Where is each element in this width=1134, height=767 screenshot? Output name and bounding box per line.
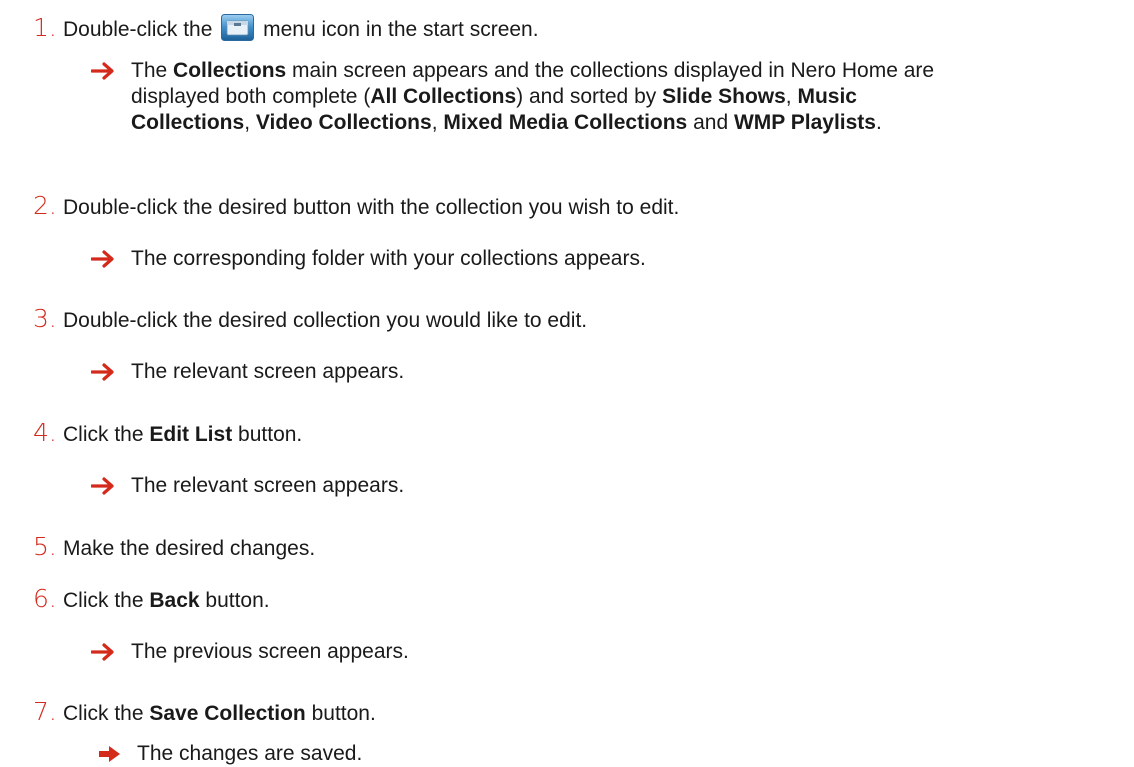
- step-text: Click the Back button.: [63, 589, 270, 612]
- step-text: Double-click the desired collection you …: [63, 309, 588, 332]
- step-7: 7. Click the Save Collection button.: [33, 699, 376, 727]
- step-number: 3.: [33, 304, 57, 333]
- result-text: The changes are saved.: [137, 742, 363, 765]
- step-text: Make the desired changes.: [63, 537, 316, 560]
- step-number: 6.: [33, 584, 57, 613]
- step-number: 2.: [33, 191, 57, 220]
- step-5: 5. Make the desired changes.: [33, 534, 315, 562]
- result-text: The relevant screen appears.: [131, 474, 405, 497]
- step-number: 5.: [33, 532, 57, 561]
- step-text: Click the Edit List button.: [63, 423, 303, 446]
- step-6: 6. Click the Back button.: [33, 586, 270, 614]
- collections-menu-icon: [221, 14, 255, 41]
- arrow-right-icon: [97, 741, 125, 767]
- result-text: The relevant screen appears.: [131, 360, 405, 383]
- result-text: The previous screen appears.: [131, 640, 409, 663]
- step-3-result: The relevant screen appears.: [91, 359, 404, 385]
- arrow-right-icon: [91, 639, 119, 665]
- step-text: Click the Save Collection button.: [63, 702, 376, 725]
- step-6-result: The previous screen appears.: [91, 639, 409, 665]
- arrow-right-icon: [91, 359, 119, 385]
- arrow-right-icon: [91, 58, 119, 84]
- step-text: Double-click the menu icon in the start …: [63, 14, 539, 43]
- step-4-result: The relevant screen appears.: [91, 473, 404, 499]
- step-1-result: The Collections main screen appears and …: [91, 58, 934, 136]
- result-text: The corresponding folder with your colle…: [131, 247, 646, 270]
- step-7-result: The changes are saved.: [97, 741, 362, 767]
- result-text: The Collections main screen appears and …: [131, 59, 935, 134]
- step-2-result: The corresponding folder with your colle…: [91, 246, 646, 272]
- arrow-right-icon: [91, 473, 119, 499]
- step-number: 7.: [33, 697, 57, 726]
- step-number: 1.: [33, 13, 57, 42]
- step-2: 2. Double-click the desired button with …: [33, 193, 679, 221]
- arrow-right-icon: [91, 246, 119, 272]
- step-number: 4.: [33, 418, 57, 447]
- step-4: 4. Click the Edit List button.: [33, 420, 302, 448]
- step-1: 1. Double-click the menu icon in the sta…: [33, 14, 539, 43]
- step-text: Double-click the desired button with the…: [63, 196, 680, 219]
- step-3: 3. Double-click the desired collection y…: [33, 306, 587, 334]
